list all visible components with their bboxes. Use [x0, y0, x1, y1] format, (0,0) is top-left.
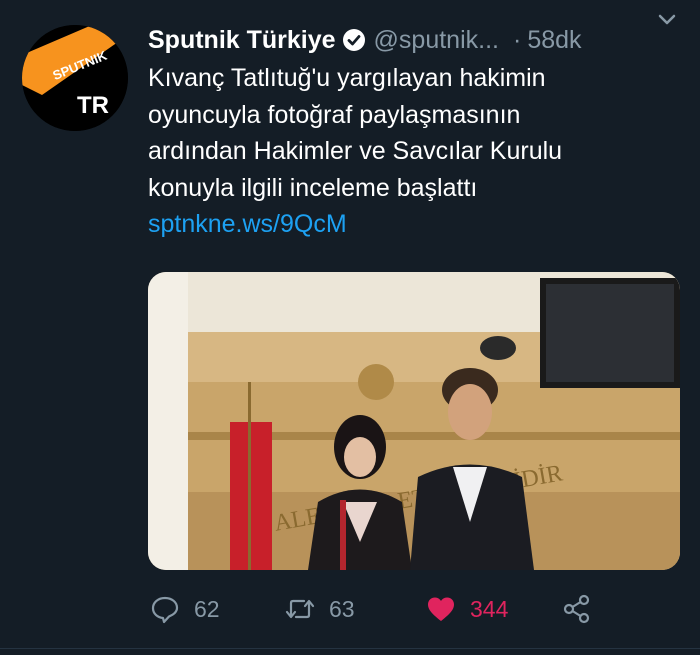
- divider: [0, 648, 700, 649]
- avatar-badge: TR: [77, 92, 109, 119]
- tweet-text-line: ardından Hakimler ve Savcılar Kurulu: [148, 137, 563, 165]
- courtroom-photo: ALET MİLLETİN TEŞLİDİR: [148, 272, 680, 570]
- reply-count: 62: [194, 595, 220, 622]
- tweet-link[interactable]: sptnkne.ws/9QcM: [148, 206, 648, 243]
- reply-button[interactable]: 62: [150, 592, 220, 626]
- retweet-count: 63: [329, 595, 355, 622]
- verified-badge-icon: [342, 29, 365, 51]
- author-handle[interactable]: @sputnik...: [374, 26, 499, 55]
- like-button[interactable]: 344: [426, 592, 508, 626]
- tweet-text-line: oyuncuyla fotoğraf paylaşmasının: [148, 100, 521, 129]
- tweet-time[interactable]: 58dk: [527, 26, 581, 55]
- share-button[interactable]: [562, 592, 592, 626]
- sputnik-logo: SPUTNIK TR: [22, 25, 128, 131]
- share-icon: [563, 594, 590, 624]
- tweet-text-line: konuyla ilgili inceleme başlattı: [148, 173, 478, 202]
- author-name[interactable]: Sputnik Türkiye: [148, 26, 336, 55]
- retweet-icon: [285, 599, 315, 619]
- tweet-text: Kıvanç Tatlıtuğ'u yargılayan hakimin oyu…: [148, 60, 648, 243]
- tweet-actions: 62 63 344: [148, 592, 608, 626]
- tweet-header: Sputnik Türkiye @sputnik... · 58dk: [148, 22, 688, 58]
- separator-dot: ·: [512, 25, 522, 54]
- like-count: 344: [470, 595, 509, 622]
- avatar[interactable]: SPUTNIK TR: [22, 25, 128, 131]
- reply-icon: [151, 596, 179, 624]
- retweet-button[interactable]: 63: [285, 592, 355, 626]
- chevron-down-icon[interactable]: [656, 8, 678, 30]
- heart-icon: [428, 597, 454, 621]
- tweet-text-line: Kıvanç Tatlıtuğ'u yargılayan hakimin: [148, 64, 546, 92]
- tweet: SPUTNIK TR Sputnik Türkiye @sputnik... ·…: [0, 0, 700, 655]
- tweet-photo[interactable]: ALET MİLLETİN TEŞLİDİR: [148, 272, 680, 570]
